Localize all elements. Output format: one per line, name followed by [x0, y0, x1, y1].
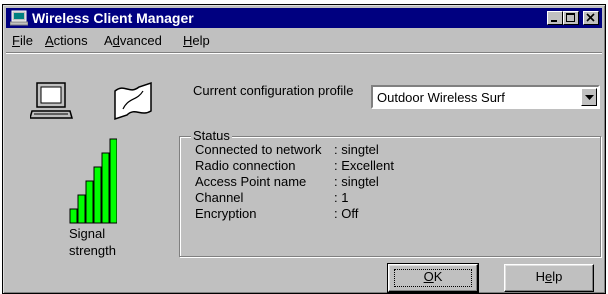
- help-button[interactable]: Help: [504, 264, 594, 292]
- app-icon: [10, 10, 28, 26]
- minimize-button[interactable]: [547, 11, 563, 25]
- menu-bar: File Actions Advanced Help: [6, 30, 602, 50]
- menu-help-label: elp: [192, 33, 210, 48]
- window-title: Wireless Client Manager: [32, 10, 194, 26]
- menu-help-mnemonic: H: [183, 33, 193, 48]
- status-label-encryption: Encryption: [195, 206, 257, 221]
- menu-help[interactable]: Help: [183, 33, 210, 48]
- status-label-radio: Radio connection: [195, 158, 296, 173]
- close-button[interactable]: [583, 11, 599, 25]
- signal-label-line2: strength: [69, 243, 116, 258]
- status-value-ap: : singtel: [334, 174, 379, 189]
- menu-actions-label: ctions: [53, 33, 88, 48]
- signal-bar: [85, 180, 94, 224]
- signal-bar: [69, 208, 78, 224]
- config-profile-value: Outdoor Wireless Surf: [377, 90, 505, 105]
- menu-actions[interactable]: Actions: [45, 33, 88, 48]
- status-label-ap: Access Point name: [195, 174, 307, 189]
- menu-actions-mnemonic: A: [45, 33, 54, 48]
- menu-advanced-label: vanced: [119, 33, 162, 48]
- signal-strength-meter: [69, 138, 117, 224]
- status-value-network: : singtel: [334, 142, 379, 157]
- minimize-icon: [551, 20, 557, 22]
- help-prefix: H: [535, 269, 546, 284]
- status-value-channel: : 1: [334, 190, 349, 205]
- status-value-encryption: : Off: [334, 206, 359, 221]
- signal-label-line1: Signal: [69, 226, 106, 241]
- title-bar[interactable]: Wireless Client Manager: [6, 8, 602, 28]
- signal-bar: [93, 166, 102, 224]
- status-label-network: Connected to network: [195, 142, 322, 157]
- menu-file[interactable]: File: [12, 33, 33, 48]
- maximize-button[interactable]: [563, 11, 579, 25]
- signal-bar: [101, 152, 110, 224]
- chevron-down-icon: [585, 95, 594, 100]
- connection-wave-icon: [114, 81, 152, 121]
- status-value-radio: : Excellent: [334, 158, 394, 173]
- help-label: lp: [552, 269, 563, 284]
- menu-advanced-prefix: A: [104, 33, 113, 48]
- signal-bar: [109, 138, 117, 224]
- status-label-channel: Channel: [195, 190, 244, 205]
- config-profile-select[interactable]: Outdoor Wireless Surf: [371, 85, 600, 109]
- menu-separator: [6, 52, 602, 54]
- wireless-client-manager-window: Wireless Client Manager File Actions Adv…: [2, 4, 606, 294]
- signal-bar: [77, 194, 86, 224]
- maximize-icon: [566, 13, 575, 22]
- menu-advanced-mnemonic: d: [112, 33, 120, 48]
- focus-rect: [394, 269, 472, 287]
- status-legend: Status: [191, 128, 232, 143]
- close-icon: [586, 13, 595, 22]
- ok-button[interactable]: OK: [387, 263, 479, 293]
- signal-strength-label: Signal strength: [69, 225, 139, 259]
- menu-advanced[interactable]: Advanced: [104, 33, 162, 48]
- laptop-icon: [30, 82, 73, 119]
- config-profile-label: Current configuration profile: [193, 83, 354, 98]
- menu-file-mnemonic: F: [12, 33, 20, 48]
- dropdown-button[interactable]: [581, 88, 597, 106]
- menu-file-label: ile: [19, 33, 33, 48]
